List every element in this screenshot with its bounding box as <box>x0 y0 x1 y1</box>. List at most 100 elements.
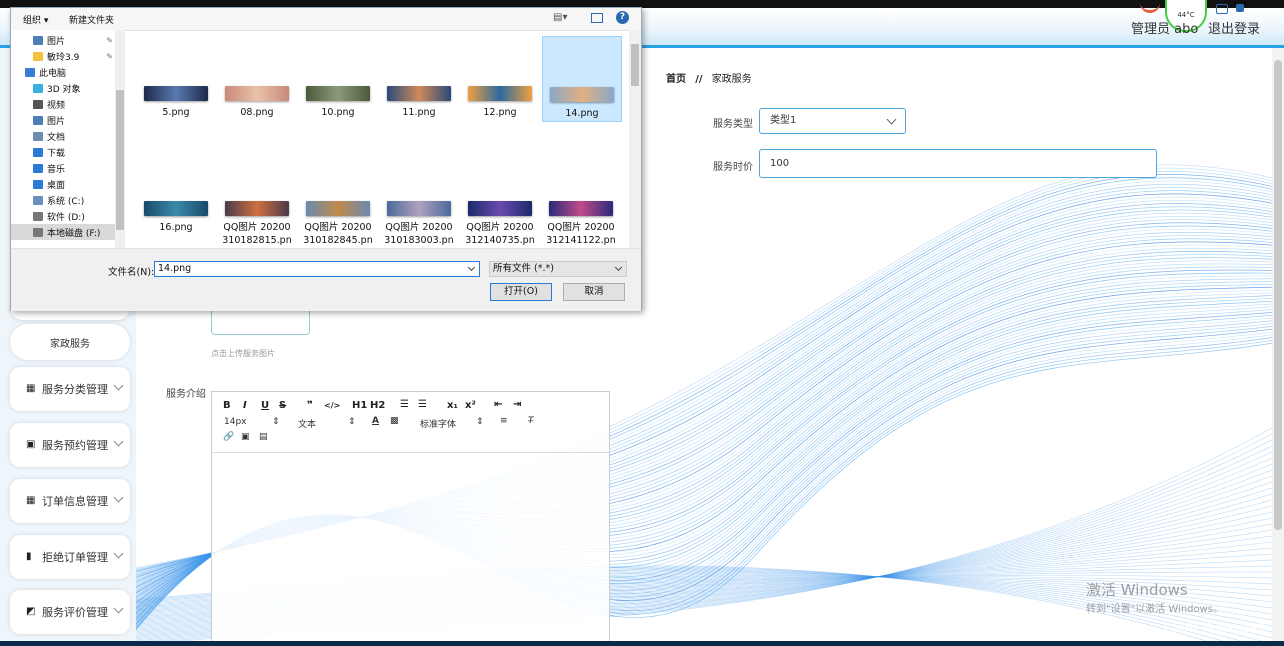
chevron-down-icon <box>113 436 124 447</box>
folder-icon <box>33 227 43 237</box>
filetype-value: 所有文件 (*.*) <box>493 263 554 274</box>
underline-button[interactable]: U <box>261 400 269 411</box>
nav-item-label: 图片 <box>47 116 66 127</box>
breadcrumb-home[interactable]: 首页 <box>666 74 686 85</box>
filename-value: 14.png <box>158 263 192 274</box>
pin-icon: ✎ <box>106 35 113 45</box>
nav-item[interactable]: 软件 (D:) <box>11 208 115 224</box>
nav-item[interactable]: 3D 对象 <box>11 80 115 96</box>
file-name: 12.png <box>483 107 517 118</box>
file-item[interactable]: 16.png <box>137 151 215 234</box>
file-item[interactable]: 14.png <box>542 36 622 122</box>
ordered-list-icon[interactable]: ☰ <box>400 399 409 410</box>
sidebar-subitem-housekeeping[interactable]: 家政服务 <box>10 324 130 360</box>
nav-item[interactable]: 桌面 <box>11 176 115 192</box>
italic-button[interactable]: I <box>243 400 247 411</box>
folder-icon <box>25 67 35 77</box>
image-thumbnail <box>225 86 289 101</box>
help-icon[interactable]: ? <box>616 11 629 24</box>
strike-button[interactable]: S <box>279 400 286 411</box>
sidebar-item-rejected[interactable]: ▮ 拒绝订单管理 <box>10 535 130 579</box>
preview-pane-icon[interactable] <box>591 13 603 23</box>
link-icon[interactable]: 🔗 <box>223 432 234 442</box>
sidebar-item-category[interactable]: ▦ 服务分类管理 <box>10 367 130 411</box>
text-type-select[interactable]: 文本 <box>298 417 316 430</box>
video-icon[interactable]: ▤ <box>259 432 268 442</box>
user-icon[interactable] <box>1236 4 1244 12</box>
nav-item[interactable]: 此电脑 <box>11 64 115 80</box>
page-scrollbar-thumb[interactable] <box>1274 60 1282 530</box>
cancel-button[interactable]: 取消 <box>563 283 625 301</box>
file-list-scrollbar[interactable] <box>629 30 641 248</box>
file-item[interactable]: 08.png <box>218 36 296 119</box>
nav-item[interactable]: 下载 <box>11 144 115 160</box>
align-icon[interactable]: ≡ <box>500 416 508 426</box>
sidebar-item-reviews[interactable]: ◩ 服务评价管理 <box>10 590 130 634</box>
chevron-down-icon <box>113 603 124 614</box>
navigation-scroll-thumb[interactable] <box>116 90 124 230</box>
filename-input[interactable]: 14.png <box>154 261 480 277</box>
nav-item[interactable]: 系统 (C:) <box>11 192 115 208</box>
service-type-select[interactable]: 类型1 <box>759 108 906 134</box>
file-list-scroll-thumb[interactable] <box>631 44 639 86</box>
superscript-button[interactable]: x² <box>465 400 476 411</box>
nav-item[interactable]: 敏玲3.9 ✎ <box>11 48 115 64</box>
nav-item[interactable]: 图片 <box>11 112 115 128</box>
sidebar-item-label: 订单信息管理 <box>42 495 108 508</box>
font-family-select[interactable]: 标准字体 <box>420 417 456 430</box>
file-item[interactable]: 5.png <box>137 36 215 119</box>
service-price-label: 服务时价 <box>713 162 753 173</box>
file-item[interactable]: QQ图片 20200310183003.png <box>380 151 458 260</box>
nav-item[interactable]: 文档 <box>11 128 115 144</box>
logout-link[interactable]: 退出登录 <box>1208 18 1260 37</box>
nav-item[interactable]: 视频 <box>11 96 115 112</box>
chevron-down-icon <box>614 263 623 272</box>
file-item[interactable]: 10.png <box>299 36 377 119</box>
h2-button[interactable]: H2 <box>370 400 385 411</box>
file-item[interactable]: QQ图片 20200312140735.png <box>461 151 539 260</box>
file-item[interactable]: 12.png <box>461 36 539 119</box>
image-icon[interactable]: ▣ <box>241 432 250 442</box>
breadcrumb-separator: // <box>695 74 703 85</box>
clear-format-icon[interactable]: T̶ <box>528 416 534 426</box>
nav-item[interactable]: 图片 ✎ <box>11 32 115 48</box>
file-name: 11.png <box>402 107 436 118</box>
bold-button[interactable]: B <box>223 400 231 411</box>
image-thumbnail <box>468 86 532 101</box>
sidebar-item-orders[interactable]: ▦ 订单信息管理 <box>10 479 130 523</box>
service-type-value: 类型1 <box>770 115 797 126</box>
file-item[interactable]: QQ图片 20200312141122.png <box>542 151 620 260</box>
view-menu-icon[interactable]: ▤▾ <box>553 12 567 23</box>
grid-icon: ▦ <box>26 495 36 506</box>
chevron-down-icon <box>113 380 124 391</box>
quote-button[interactable]: ❞ <box>307 400 313 411</box>
bullet-list-icon[interactable]: ☰ <box>418 399 427 410</box>
indent-icon[interactable]: ⇥ <box>513 399 521 410</box>
file-item[interactable]: QQ图片 20200310182815.png <box>218 151 296 260</box>
font-color-icon[interactable]: A <box>372 416 379 426</box>
sidebar-item-booking[interactable]: ▣ 服务预约管理 <box>10 423 130 467</box>
file-item[interactable]: QQ图片 20200310182845.png <box>299 151 377 260</box>
code-button[interactable]: </> <box>324 401 340 410</box>
nav-item[interactable]: 本地磁盘 (F:) <box>11 224 115 240</box>
dialog-toolbar: 组织 ▾ 新建文件夹 ▤▾ ? <box>11 8 641 31</box>
nav-item[interactable]: 音乐 <box>11 160 115 176</box>
subscript-button[interactable]: x₁ <box>447 400 458 411</box>
outdent-icon[interactable]: ⇤ <box>494 399 502 410</box>
bell-icon[interactable] <box>1216 4 1228 14</box>
file-item[interactable]: 11.png <box>380 36 458 119</box>
folder-icon <box>33 131 43 141</box>
nav-item-label: 音乐 <box>47 164 66 175</box>
font-size-select[interactable]: 14px <box>224 417 247 427</box>
service-price-input[interactable]: 100 <box>759 149 1157 178</box>
organize-menu[interactable]: 组织 ▾ <box>23 13 48 26</box>
navigation-scrollbar[interactable] <box>115 30 125 248</box>
open-button[interactable]: 打开(O) <box>490 283 552 301</box>
file-name: 10.png <box>321 107 355 118</box>
new-folder-button[interactable]: 新建文件夹 <box>69 13 114 26</box>
taskbar-edge <box>0 641 1284 646</box>
folder-icon <box>33 147 43 157</box>
background-color-icon[interactable]: ▩ <box>390 416 399 426</box>
filetype-select[interactable]: 所有文件 (*.*) <box>489 261 627 277</box>
h1-button[interactable]: H1 <box>352 400 367 411</box>
